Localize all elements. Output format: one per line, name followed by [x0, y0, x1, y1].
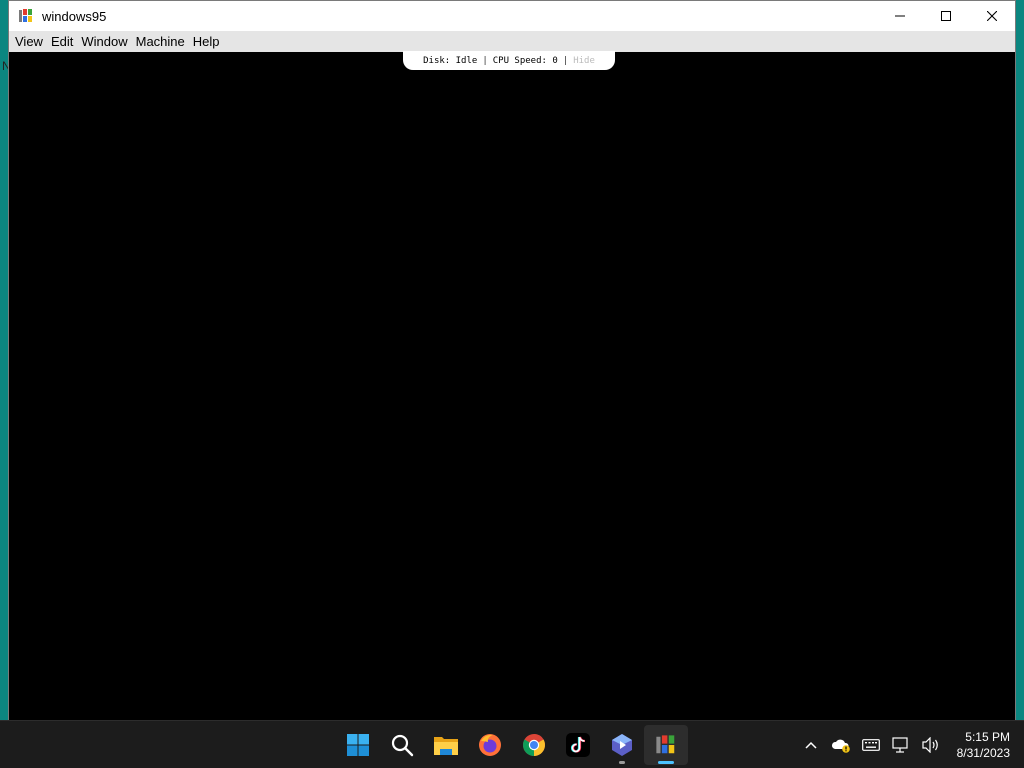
clipchamp-icon: [612, 734, 632, 756]
menu-machine[interactable]: Machine: [135, 34, 192, 49]
search-button[interactable]: [380, 725, 424, 765]
emulator-screen[interactable]: [9, 52, 1015, 720]
file-explorer-icon: [434, 737, 458, 755]
maximize-button[interactable]: [923, 1, 969, 31]
taskbar: 5:15 PM 8/31/2023: [0, 720, 1024, 768]
hide-status-link[interactable]: Hide: [573, 56, 595, 66]
file-explorer-button[interactable]: [424, 725, 468, 765]
cpu-speed-status: CPU Speed: 0: [492, 55, 558, 66]
volume-button[interactable]: [916, 725, 946, 765]
menu-edit[interactable]: Edit: [50, 34, 80, 49]
clock-date: 8/31/2023: [956, 746, 1010, 760]
menu-window[interactable]: Window: [80, 34, 134, 49]
firefox-icon: [479, 734, 501, 756]
desktop-background-right: [1016, 0, 1024, 720]
clipchamp-button[interactable]: [600, 725, 644, 765]
running-indicator: [619, 761, 625, 764]
minimize-icon: [895, 15, 905, 17]
active-window-indicator: [658, 761, 674, 764]
clock-time: 5:15 PM: [965, 730, 1010, 744]
maximize-icon: [941, 11, 951, 21]
desktop-background-left: [0, 0, 8, 720]
chrome-icon: [523, 734, 545, 756]
touch-keyboard-button[interactable]: [856, 725, 886, 765]
clock[interactable]: 5:15 PM 8/31/2023: [946, 729, 1024, 761]
show-hidden-icons-chevron-icon: [805, 741, 817, 749]
network-icon: [892, 737, 908, 753]
menu-view[interactable]: View: [14, 34, 50, 49]
keyboard-icon: [862, 739, 880, 751]
search-icon: [391, 734, 414, 757]
status-separator: |: [562, 55, 569, 66]
close-button[interactable]: [969, 1, 1015, 31]
start-button[interactable]: [336, 725, 380, 765]
title-bar[interactable]: windows95: [9, 1, 1015, 31]
onedrive-button[interactable]: [826, 725, 856, 765]
system-tray: 5:15 PM 8/31/2023: [796, 721, 1024, 768]
window-title: windows95: [42, 8, 107, 24]
menu-bar: View Edit Window Machine Help: [9, 31, 1015, 52]
firefox-button[interactable]: [468, 725, 512, 765]
windows95-icon: [656, 735, 675, 754]
show-hidden-icons-button[interactable]: [796, 725, 826, 765]
network-button[interactable]: [886, 725, 916, 765]
minimize-button[interactable]: [877, 1, 923, 31]
menu-help[interactable]: Help: [192, 34, 227, 49]
status-bar: Disk: Idle | CPU Speed: 0 | Hide: [403, 51, 615, 70]
windows95-taskbar-button[interactable]: [644, 725, 688, 765]
close-icon: [987, 11, 997, 21]
emulator-window: windows95 View Edit Window Machine Help …: [8, 0, 1016, 720]
tiktok-icon: [566, 733, 590, 757]
chrome-button[interactable]: [512, 725, 556, 765]
taskbar-apps: [336, 721, 688, 768]
onedrive-warning-icon: [831, 739, 850, 753]
tiktok-button[interactable]: [556, 725, 600, 765]
start-icon: [347, 734, 369, 756]
windows95-app-icon: [18, 8, 34, 24]
disk-status: Disk: Idle: [423, 55, 478, 66]
status-separator: |: [482, 55, 488, 66]
volume-icon: [922, 737, 938, 753]
